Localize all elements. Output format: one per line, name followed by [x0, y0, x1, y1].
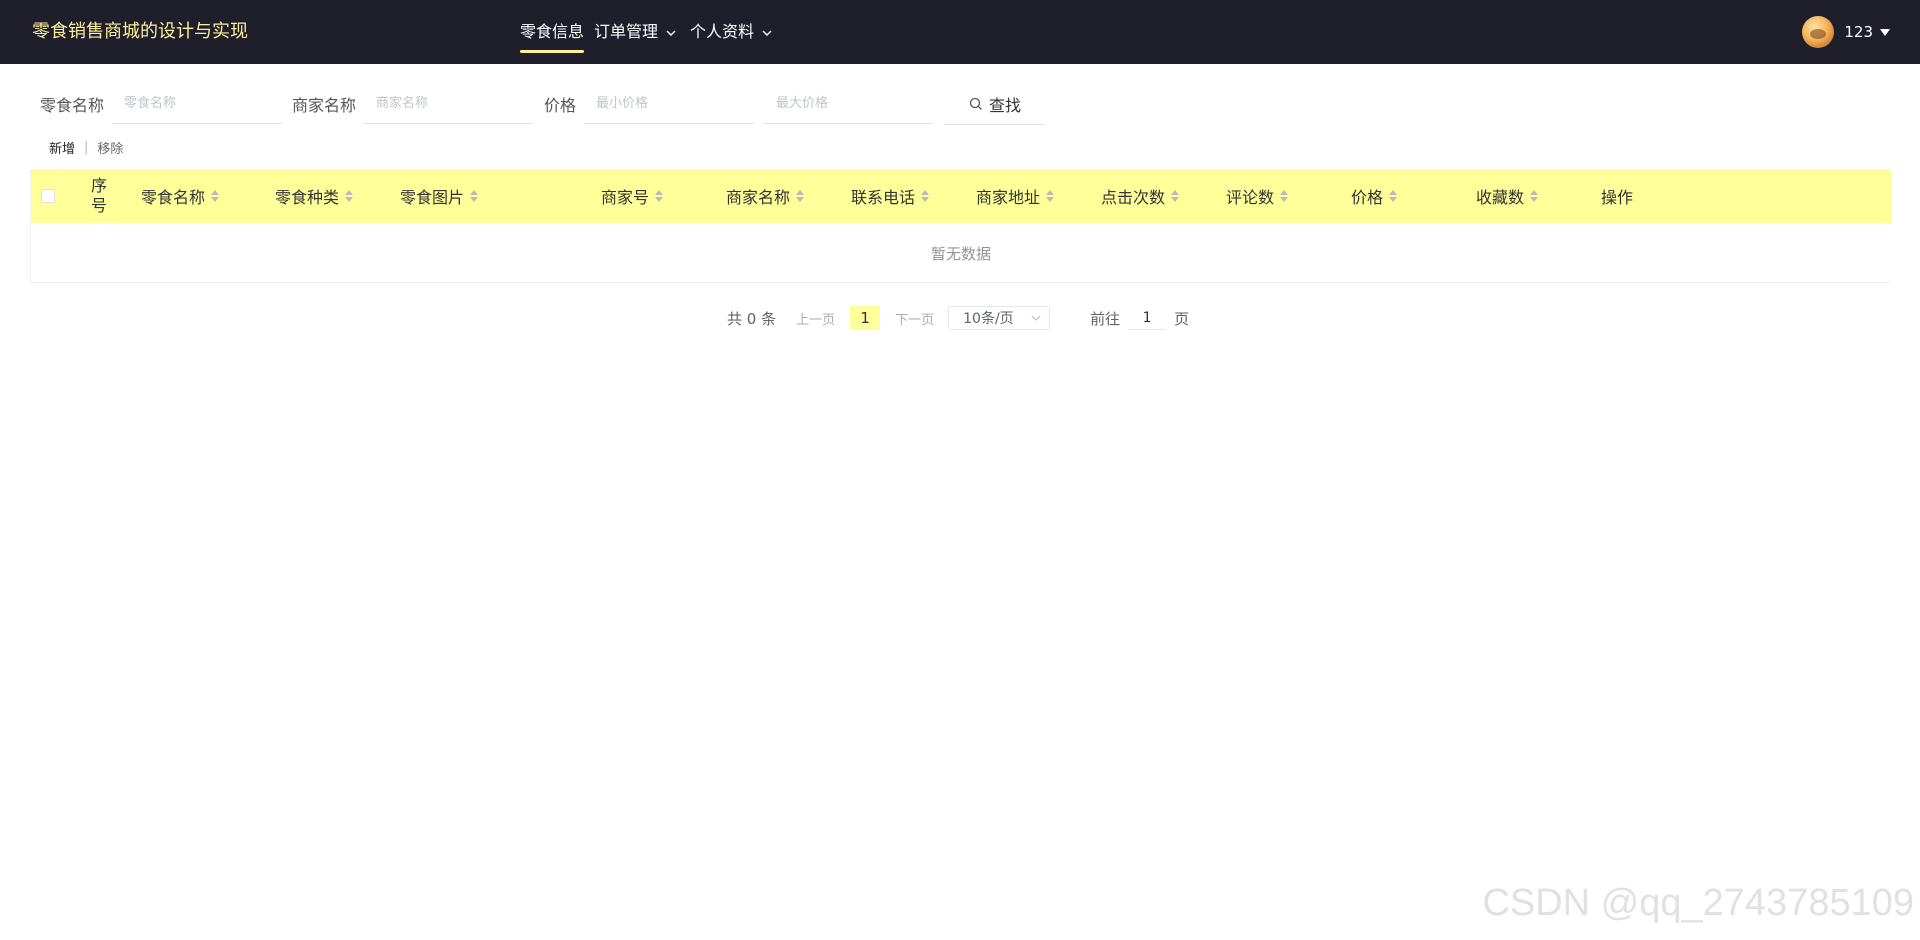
avatar[interactable] — [1802, 16, 1835, 48]
merchant-name-input[interactable] — [364, 84, 535, 124]
select-all-checkbox[interactable] — [41, 189, 55, 203]
column-header-label: 商家名称 — [726, 188, 791, 207]
snack-name-label: 零食名称 — [40, 96, 105, 115]
page-size-value: 10条/页 — [963, 311, 1014, 327]
column-header-merchant-name[interactable]: 商家名称 — [726, 169, 805, 223]
watermark: CSDN @qq_2743785109 — [1482, 882, 1914, 924]
snack-table: 序号 零食名称 零食种类 零食图片 商家号 商家名称 联系电话 商家地址 点击次… — [30, 169, 1891, 283]
sort-icon[interactable] — [211, 190, 220, 202]
prev-page-button[interactable]: 上一页 — [796, 309, 835, 328]
sort-icon[interactable] — [1046, 190, 1055, 202]
column-header-click-count[interactable]: 点击次数 — [1101, 169, 1180, 223]
column-header-snack-name[interactable]: 零食名称 — [141, 169, 220, 223]
column-header-operations: 操作 — [1601, 169, 1633, 223]
price-label: 价格 — [544, 96, 577, 115]
column-header-favorite-count[interactable]: 收藏数 — [1476, 169, 1539, 223]
sort-icon[interactable] — [796, 190, 805, 202]
column-header-index: 序号 — [91, 169, 113, 223]
column-header-label: 零食种类 — [275, 188, 340, 207]
caret-down-icon[interactable] — [1880, 28, 1890, 36]
column-header-price[interactable]: 价格 — [1351, 169, 1398, 223]
search-button-label: 查找 — [989, 95, 1022, 115]
column-header-label: 评论数 — [1226, 188, 1275, 207]
nav-item-order-management[interactable]: 订单管理 — [594, 0, 680, 64]
search-button[interactable]: 查找 — [944, 83, 1047, 125]
add-button[interactable]: 新增 — [49, 138, 75, 157]
remove-button[interactable]: 移除 — [97, 138, 123, 157]
table-actions: 新增 | 移除 — [49, 137, 123, 157]
page-number-current[interactable]: 1 — [850, 306, 881, 330]
search-form: 零食名称 商家名称 价格 查找 — [40, 82, 1047, 126]
column-header-snack-image[interactable]: 零食图片 — [400, 169, 479, 223]
table-header: 序号 零食名称 零食种类 零食图片 商家号 商家名称 联系电话 商家地址 点击次… — [31, 169, 1891, 223]
action-separator: | — [84, 139, 89, 155]
sort-icon[interactable] — [655, 190, 664, 202]
username: 123 — [1844, 23, 1873, 41]
column-header-label: 点击次数 — [1101, 188, 1166, 207]
column-header-merchant-address[interactable]: 商家地址 — [976, 169, 1055, 223]
next-page-button[interactable]: 下一页 — [895, 309, 934, 328]
goto-page-input[interactable] — [1128, 306, 1167, 330]
sort-icon[interactable] — [1280, 190, 1289, 202]
column-header-label: 序号 — [91, 176, 108, 215]
column-header-label: 收藏数 — [1476, 188, 1525, 207]
column-header-label: 价格 — [1351, 188, 1384, 207]
nav-item-snack-info[interactable]: 零食信息 — [520, 0, 585, 64]
page-size-select[interactable]: 10条/页 — [948, 306, 1051, 330]
search-icon — [969, 97, 982, 110]
chevron-down-icon — [762, 0, 772, 66]
page-suffix-label: 页 — [1174, 309, 1190, 328]
max-price-input[interactable] — [764, 84, 935, 124]
column-header-snack-category[interactable]: 零食种类 — [275, 169, 354, 223]
column-header-label: 零食名称 — [141, 188, 206, 207]
user-menu[interactable]: 123 — [1802, 0, 1890, 64]
sort-icon[interactable] — [1530, 190, 1539, 202]
sort-icon[interactable] — [470, 190, 479, 202]
column-header-contact-phone[interactable]: 联系电话 — [851, 169, 930, 223]
chevron-down-icon — [666, 0, 676, 66]
sort-icon[interactable] — [921, 190, 930, 202]
nav-item-label: 个人资料 — [690, 22, 755, 41]
column-header-merchant-id[interactable]: 商家号 — [601, 169, 664, 223]
merchant-name-label: 商家名称 — [292, 96, 357, 115]
column-header-label: 操作 — [1601, 188, 1634, 207]
nav-item-label: 订单管理 — [594, 22, 659, 41]
table-empty-text: 暂无数据 — [930, 244, 991, 263]
main-nav: 零食信息 订单管理 个人资料 — [520, 0, 786, 64]
total-count: 共 0 条 — [727, 309, 777, 328]
sort-icon[interactable] — [1171, 190, 1180, 202]
column-header-label: 零食图片 — [400, 188, 465, 207]
column-header-label: 联系电话 — [851, 188, 916, 207]
app-title: 零食销售商城的设计与实现 — [32, 21, 248, 42]
chevron-down-icon — [1031, 315, 1041, 321]
pagination: 共 0 条 上一页 1 下一页 10条/页 前往 页 — [727, 304, 1189, 332]
snack-name-input[interactable] — [112, 84, 283, 124]
sort-icon[interactable] — [345, 190, 354, 202]
column-header-label: 商家地址 — [976, 188, 1041, 207]
column-header-comment-count[interactable]: 评论数 — [1226, 169, 1289, 223]
top-navbar: 零食销售商城的设计与实现 零食信息 订单管理 个人资料 123 — [0, 0, 1920, 64]
sort-icon[interactable] — [1389, 190, 1398, 202]
nav-item-label: 零食信息 — [520, 22, 585, 41]
nav-item-profile[interactable]: 个人资料 — [690, 0, 776, 64]
goto-label: 前往 — [1090, 309, 1121, 328]
select-all-checkbox-cell[interactable] — [41, 169, 55, 223]
column-header-label: 商家号 — [601, 188, 650, 207]
min-price-input[interactable] — [584, 84, 755, 124]
